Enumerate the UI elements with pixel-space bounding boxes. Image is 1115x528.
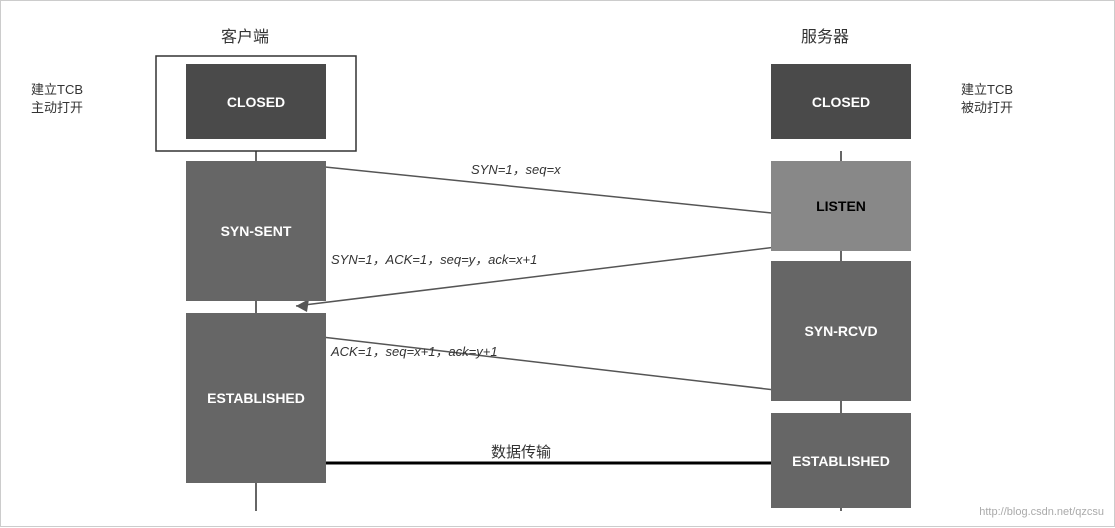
server-closed-box: CLOSED xyxy=(771,64,911,139)
client-established-box: ESTABLISHED xyxy=(186,313,326,483)
tcb-active-label: 建立TCB 主动打开 xyxy=(31,81,83,117)
svg-overlay xyxy=(1,1,1115,528)
syn-ack-label: SYN=1，ACK=1，seq=y，ack=x+1 xyxy=(331,249,537,268)
data-transfer-label: 数据传输 xyxy=(491,441,551,462)
syn-label: SYN=1，seq=x xyxy=(471,159,561,178)
server-established-box: ESTABLISHED xyxy=(771,413,911,508)
client-closed-box: CLOSED xyxy=(186,64,326,139)
syn-sent-box: SYN-SENT xyxy=(186,161,326,301)
diagram: 客户端 服务器 建立TCB 主动打开 建立TCB 被动打开 CLOSED CLO… xyxy=(0,0,1115,527)
listen-box: LISTEN xyxy=(771,161,911,251)
client-label: 客户端 xyxy=(221,23,269,47)
server-label: 服务器 xyxy=(801,23,849,47)
watermark: http://blog.csdn.net/qzcsu xyxy=(979,506,1104,518)
syn-rcvd-box: SYN-RCVD xyxy=(771,261,911,401)
ack-label: ACK=1，seq=x+1，ack=y+1 xyxy=(331,341,498,360)
tcb-passive-label: 建立TCB 被动打开 xyxy=(961,81,1013,117)
